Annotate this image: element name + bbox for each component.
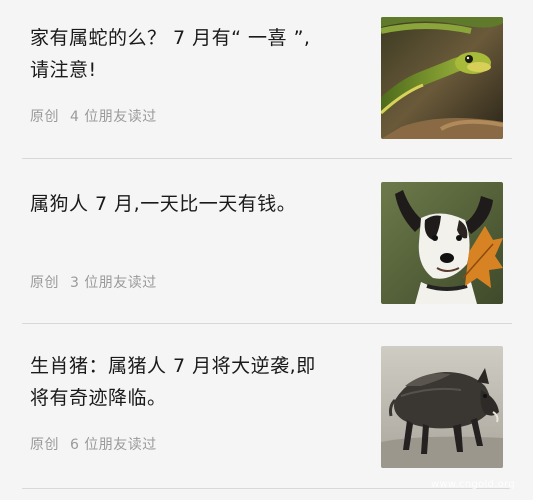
article-title: 家有属蛇的么？ 7 月有“ 一喜 ”, 请注意! xyxy=(30,22,350,86)
readers-count: 4 位朋友读过 xyxy=(69,109,157,125)
source-label: 原创 xyxy=(30,437,59,453)
article-meta: 原创 3 位朋友读过 xyxy=(30,272,163,292)
watermark-text: www.cngold.org xyxy=(430,479,515,490)
article-item[interactable]: 属狗人 7 月,一天比一天有钱。 原创 3 位朋友读过 xyxy=(22,182,512,308)
boar-thumbnail[interactable] xyxy=(381,346,503,468)
article-title: 属狗人 7 月,一天比一天有钱。 xyxy=(30,188,350,220)
article-title-line: 家有属蛇的么？ 7 月有“ 一喜 ”, xyxy=(30,27,311,49)
article-item[interactable]: 生肖猪：属猪人 7 月将大逆袭,即 将有奇迹降临。 原创 6 位朋友读过 xyxy=(22,346,512,470)
article-title-line: 生肖猪：属猪人 7 月将大逆袭,即 xyxy=(30,355,316,377)
divider xyxy=(22,323,512,324)
readers-count: 6 位朋友读过 xyxy=(69,437,157,453)
divider xyxy=(22,158,512,159)
article-meta: 原创 4 位朋友读过 xyxy=(30,106,163,126)
article-meta: 原创 6 位朋友读过 xyxy=(30,434,163,454)
article-title: 生肖猪：属猪人 7 月将大逆袭,即 将有奇迹降临。 xyxy=(30,350,350,414)
article-feed: 家有属蛇的么？ 7 月有“ 一喜 ”, 请注意! 原创 4 位朋友读过 属狗人 … xyxy=(0,0,533,500)
source-label: 原创 xyxy=(30,109,59,125)
dog-icon xyxy=(381,182,503,304)
article-title-line: 请注意! xyxy=(30,59,97,81)
article-item[interactable]: 家有属蛇的么？ 7 月有“ 一喜 ”, 请注意! 原创 4 位朋友读过 xyxy=(22,17,512,142)
source-label: 原创 xyxy=(30,275,59,291)
readers-count: 3 位朋友读过 xyxy=(69,275,157,291)
snake-thumbnail[interactable] xyxy=(381,17,503,139)
article-title-line: 将有奇迹降临。 xyxy=(30,387,167,409)
dog-thumbnail[interactable] xyxy=(381,182,503,304)
boar-icon xyxy=(381,346,503,468)
snake-icon xyxy=(381,17,503,139)
article-title-line: 属狗人 7 月,一天比一天有钱。 xyxy=(30,193,297,215)
